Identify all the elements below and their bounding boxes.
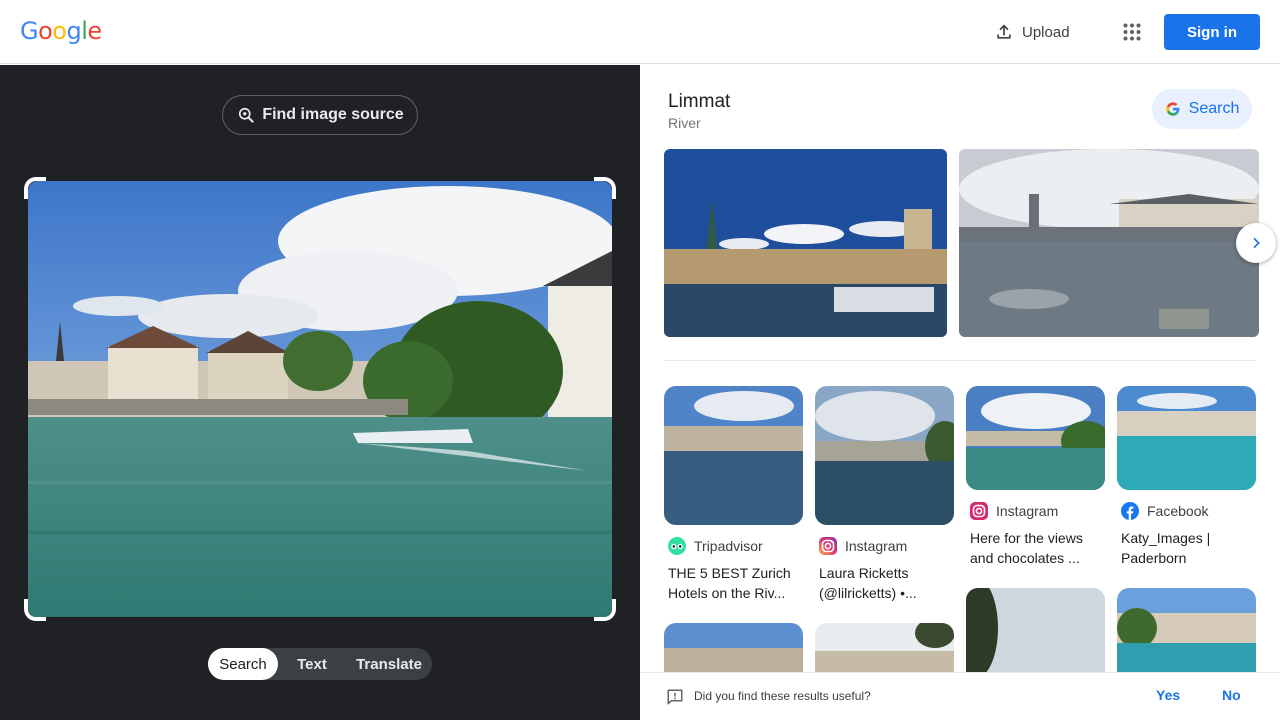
find-image-source-label: Find image source: [262, 106, 404, 123]
crop-handle-top-right[interactable]: [594, 177, 616, 199]
apps-button[interactable]: [1114, 14, 1150, 50]
feedback-yes-button[interactable]: Yes: [1156, 687, 1180, 703]
chevron-right-icon: [1253, 237, 1260, 249]
result-thumbnail[interactable]: [966, 588, 1105, 683]
top-bar: Google Upload Sign in: [0, 0, 1280, 64]
crop-handle-top-left[interactable]: [24, 177, 46, 199]
find-image-source-button[interactable]: Find image source: [222, 95, 418, 135]
google-g-icon: [1165, 102, 1180, 116]
result-thumbnail: [966, 386, 1105, 490]
result-thumbnail: [1117, 386, 1256, 490]
logo-letter: e: [87, 17, 102, 45]
results-pane: Limmat River Search Tripadvisor THE 5 BE…: [640, 65, 1280, 720]
instagram-icon: [819, 537, 837, 555]
entity-image-1[interactable]: [664, 149, 947, 337]
entity-search-button[interactable]: Search: [1152, 89, 1252, 129]
result-card[interactable]: Facebook Katy_Images | Paderborn: [1117, 386, 1256, 568]
result-title[interactable]: Here for the views and chocolates ...: [970, 528, 1105, 568]
crop-selection-box[interactable]: [24, 177, 616, 621]
feedback-icon: [667, 689, 683, 705]
result-card[interactable]: Instagram Here for the views and chocola…: [966, 386, 1105, 568]
lens-search-icon: [239, 107, 254, 123]
logo-letter: G: [20, 17, 39, 45]
query-image: [28, 181, 612, 617]
query-image-pane: Find image source Search Text Translate: [0, 65, 640, 720]
result-source: Instagram: [819, 537, 954, 555]
result-source-name: Facebook: [1147, 503, 1209, 519]
upload-button[interactable]: Upload: [982, 14, 1082, 50]
result-source-name: Instagram: [845, 538, 908, 554]
feedback-no-button[interactable]: No: [1222, 687, 1241, 703]
result-title[interactable]: Katy_Images | Paderborn: [1121, 528, 1256, 568]
tab-search[interactable]: Search: [208, 648, 278, 680]
entity-image-2[interactable]: [959, 149, 1259, 337]
lens-mode-tabs: Search Text Translate: [208, 648, 432, 680]
result-card[interactable]: Tripadvisor THE 5 BEST Zurich Hotels on …: [664, 386, 803, 603]
sign-in-button[interactable]: Sign in: [1164, 14, 1260, 50]
result-source: Facebook: [1121, 502, 1256, 520]
result-source-name: Instagram: [996, 503, 1059, 519]
result-source-name: Tripadvisor: [694, 538, 763, 554]
result-source: Tripadvisor: [668, 537, 803, 555]
tab-translate[interactable]: Translate: [346, 648, 432, 680]
logo-letter: o: [38, 17, 53, 45]
upload-label: Upload: [1022, 23, 1070, 41]
feedback-question: Did you find these results useful?: [694, 689, 871, 703]
entity-subtitle: River: [668, 115, 701, 131]
result-thumbnail: [815, 386, 954, 525]
result-source: Instagram: [970, 502, 1105, 520]
google-logo[interactable]: Google: [20, 17, 102, 46]
crop-handle-bottom-left[interactable]: [24, 599, 46, 621]
section-divider: [664, 360, 1256, 361]
tripadvisor-icon: [668, 537, 686, 555]
tab-text[interactable]: Text: [278, 648, 346, 680]
apps-grid-icon: [1123, 23, 1141, 41]
next-images-button[interactable]: [1236, 223, 1276, 263]
result-title[interactable]: THE 5 BEST Zurich Hotels on the Riv...: [668, 563, 803, 603]
facebook-icon: [1121, 502, 1139, 520]
instagram-icon: [970, 502, 988, 520]
entity-search-label: Search: [1188, 100, 1240, 117]
logo-letter: g: [66, 17, 82, 45]
result-thumbnail[interactable]: [1117, 588, 1256, 683]
feedback-bar: Did you find these results useful? Yes N…: [640, 672, 1280, 720]
result-title[interactable]: Laura Ricketts (@lilricketts) •...: [819, 563, 954, 603]
entity-title[interactable]: Limmat: [668, 91, 730, 113]
upload-icon: [997, 24, 1011, 39]
result-card[interactable]: Instagram Laura Ricketts (@lilricketts) …: [815, 386, 954, 603]
crop-handle-bottom-right[interactable]: [594, 599, 616, 621]
logo-letter: o: [52, 17, 67, 45]
result-thumbnail: [664, 386, 803, 525]
